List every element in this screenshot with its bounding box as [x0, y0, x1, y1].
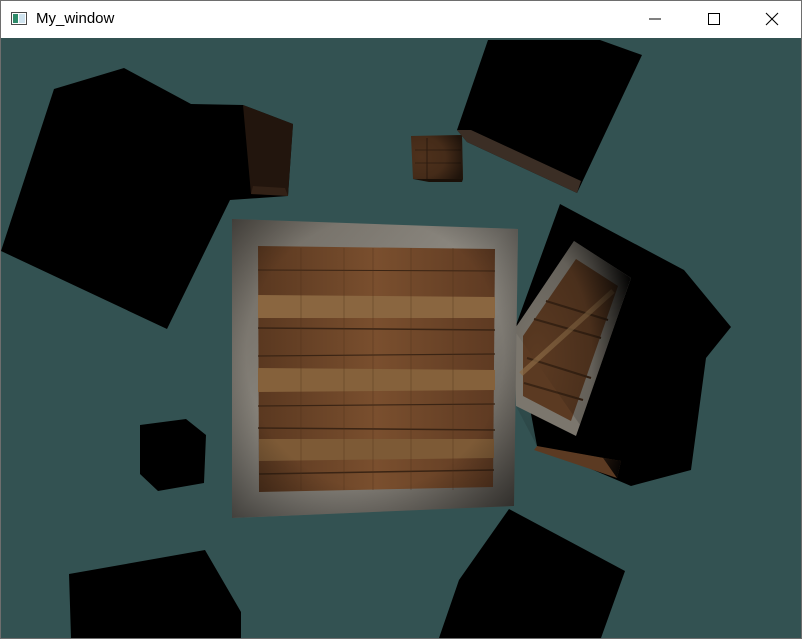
close-button[interactable]: [743, 1, 801, 38]
close-icon: [765, 12, 779, 26]
maximize-button[interactable]: [685, 1, 743, 38]
window-title: My_window: [36, 10, 115, 27]
minimize-button[interactable]: [627, 1, 685, 38]
crate-cube-small-left: [140, 419, 206, 491]
crate-cube-small-top: [411, 135, 463, 182]
maximize-icon: [708, 13, 720, 25]
title-bar[interactable]: My_window: [1, 1, 801, 38]
opengl-render-viewport[interactable]: [1, 38, 801, 638]
window-app-icon: [11, 12, 27, 25]
crate-cube-center: [232, 219, 518, 518]
application-window: My_window: [0, 0, 802, 639]
minimize-icon: [649, 18, 661, 20]
